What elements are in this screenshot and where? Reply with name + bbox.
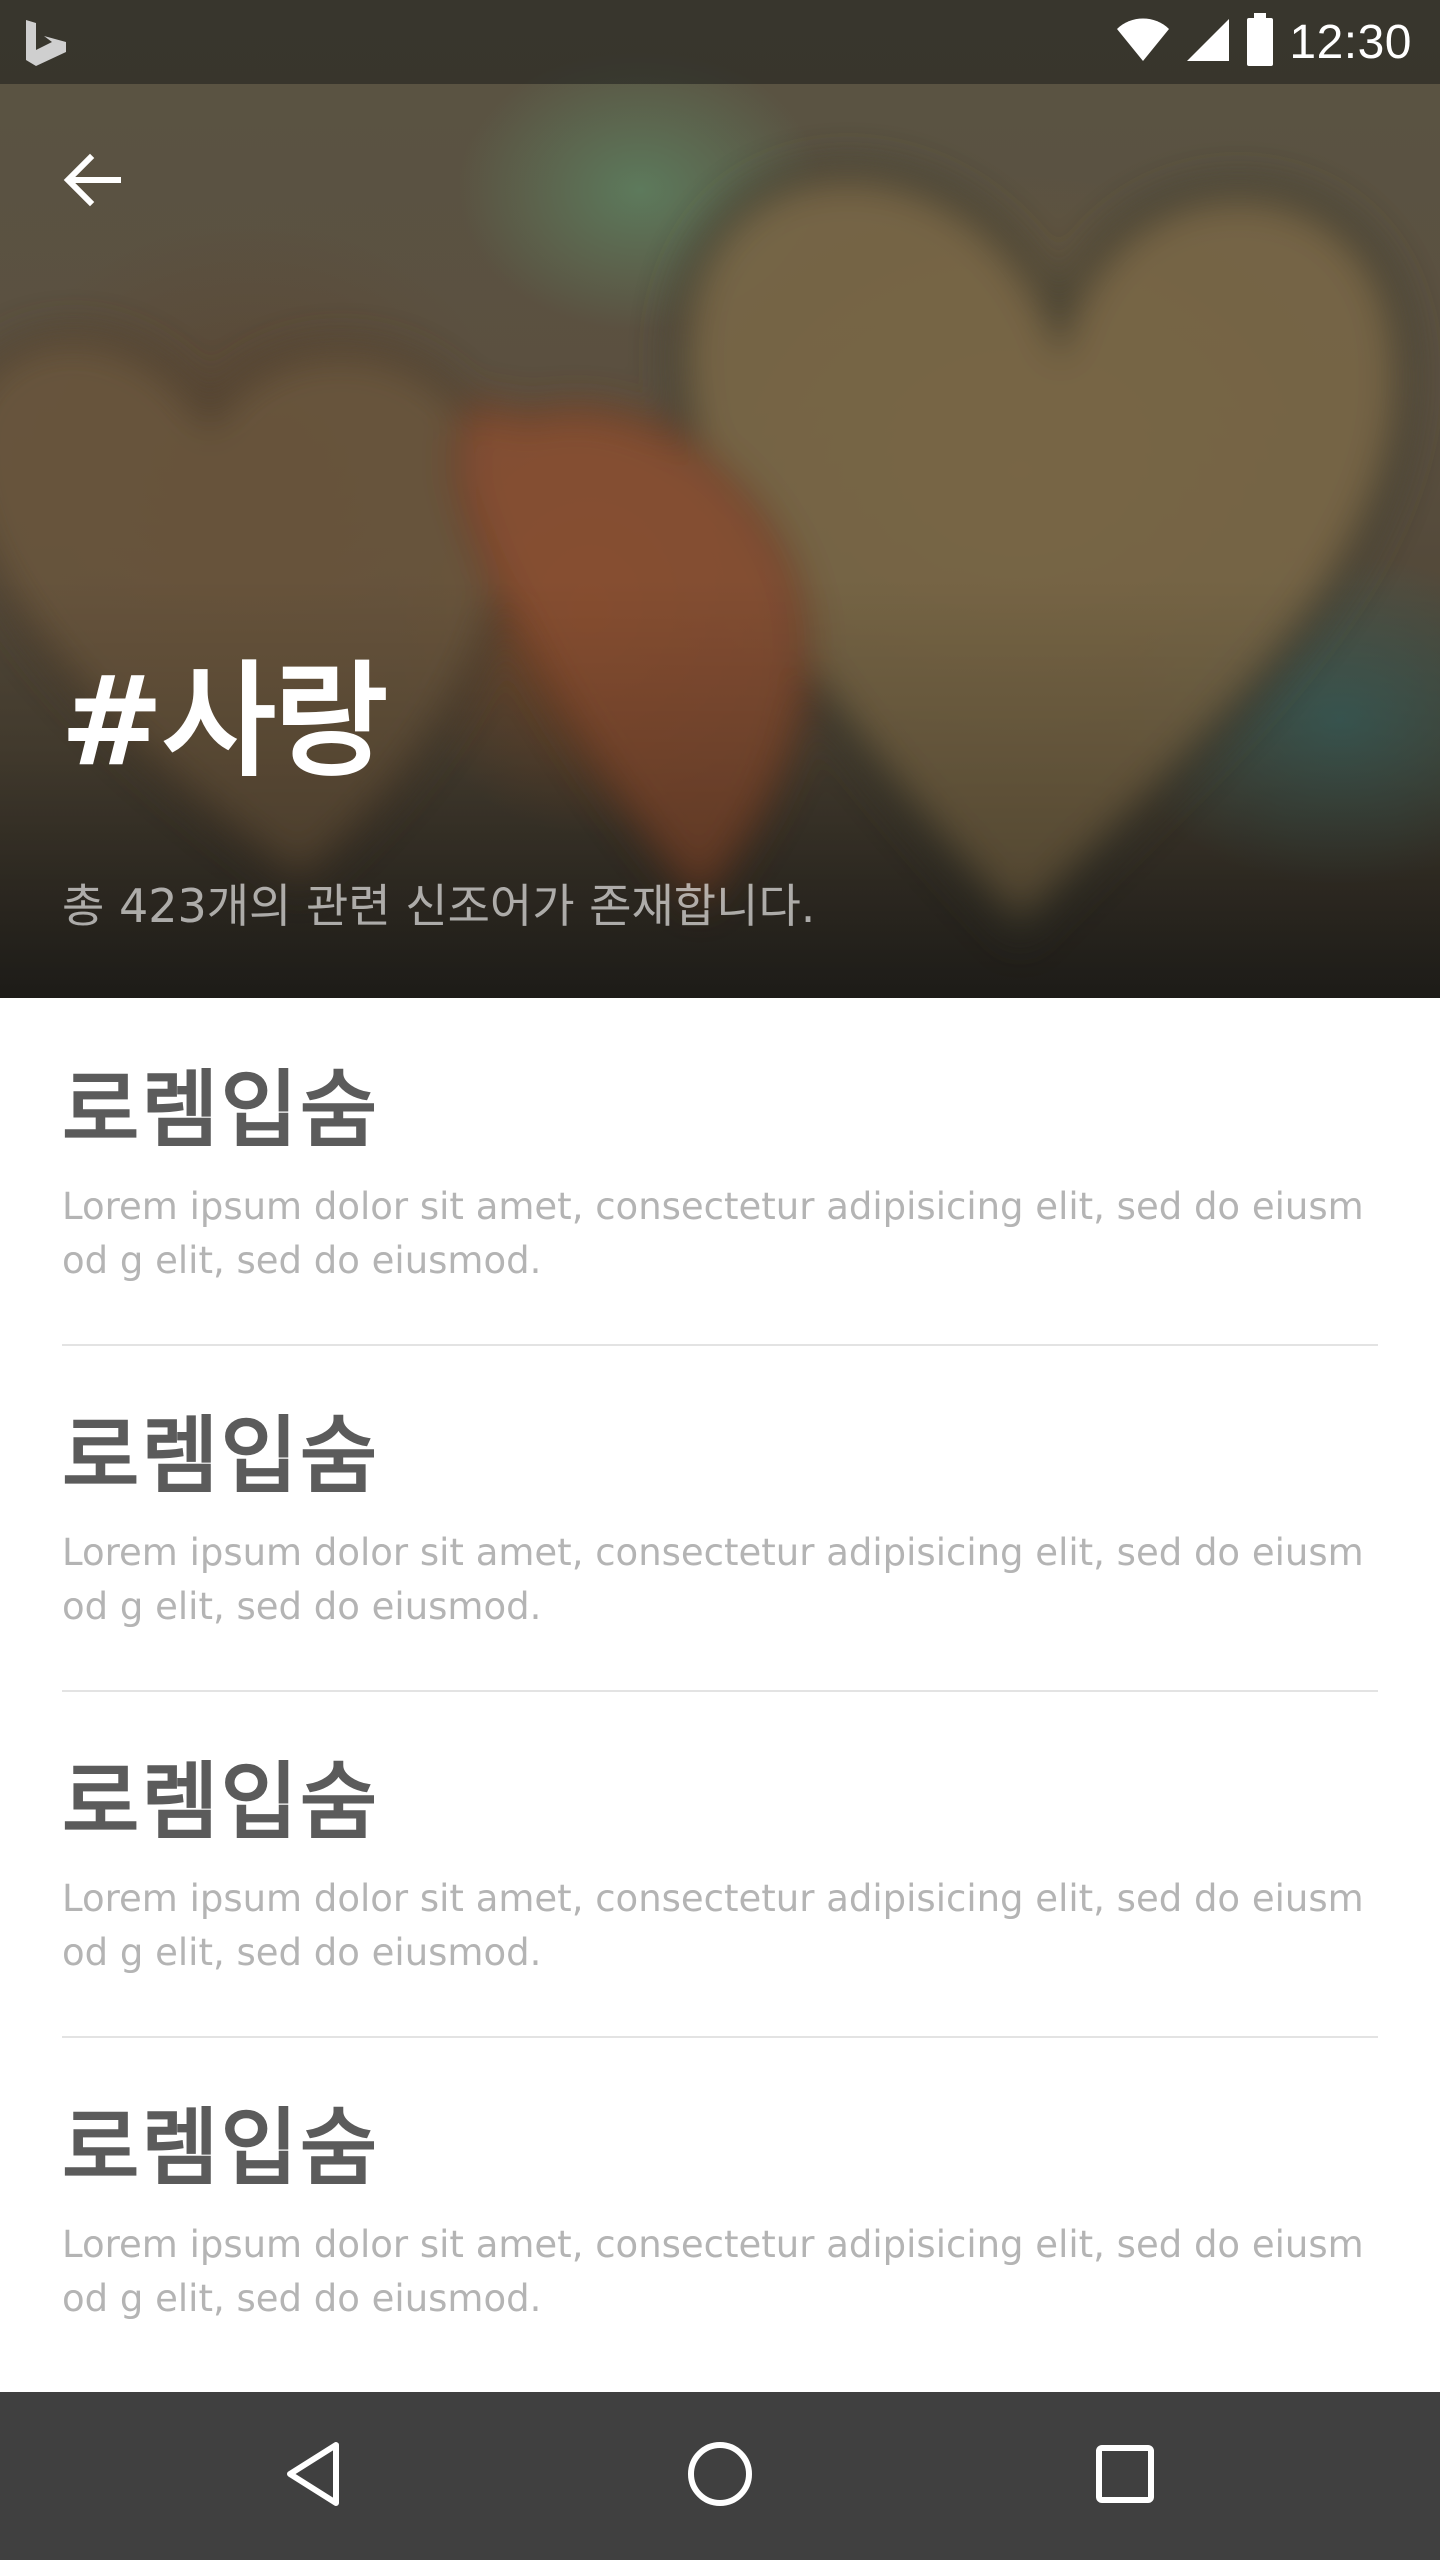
nav-back-icon — [280, 2439, 350, 2514]
list-item[interactable]: 로렘입숨 Lorem ipsum dolor sit amet, consect… — [0, 1344, 1440, 1690]
battery-icon — [1245, 12, 1275, 72]
hero-banner: 12:30 #사랑 총 423개의 관련 신조어가 존재합니다. — [0, 0, 1440, 998]
back-button[interactable] — [44, 134, 140, 230]
list-item-title: 로렘입숨 — [62, 1407, 380, 1505]
status-time: 12:30 — [1289, 15, 1412, 69]
nav-recents-icon — [1093, 2442, 1157, 2511]
list-item[interactable]: 로렘입숨 Lorem ipsum dolor sit amet, consect… — [0, 2036, 1440, 2382]
wifi-icon — [1115, 17, 1171, 68]
list-item-description: Lorem ipsum dolor sit amet, consectetur … — [62, 2223, 1364, 2320]
nav-home-icon — [685, 2439, 755, 2514]
list-item-description: Lorem ipsum dolor sit amet, consectetur … — [62, 1185, 1364, 1282]
arrow-left-icon — [60, 148, 124, 217]
list-item-description: Lorem ipsum dolor sit amet, consectetur … — [62, 1877, 1364, 1974]
list-item[interactable]: 로렘입숨 Lorem ipsum dolor sit amet, consect… — [0, 998, 1440, 1344]
signal-icon — [1185, 17, 1231, 68]
nav-home-button[interactable] — [660, 2416, 780, 2536]
status-bar: 12:30 — [0, 0, 1440, 84]
nav-back-button[interactable] — [255, 2416, 375, 2536]
status-icons: 12:30 — [1115, 0, 1412, 84]
list-item-title: 로렘입숨 — [62, 1061, 380, 1159]
page-subtitle: 총 423개의 관련 신조어가 존재합니다. — [62, 879, 816, 933]
word-list: 로렘입숨 Lorem ipsum dolor sit amet, consect… — [0, 998, 1440, 2382]
system-nav-bar — [0, 2392, 1440, 2560]
nav-recents-button[interactable] — [1065, 2416, 1185, 2536]
bing-logo-icon — [22, 18, 72, 68]
list-item[interactable]: 로렘입숨 Lorem ipsum dolor sit amet, consect… — [0, 1690, 1440, 2036]
list-item-description: Lorem ipsum dolor sit amet, consectetur … — [62, 1531, 1364, 1628]
page-title: #사랑 — [60, 650, 388, 794]
list-item-title: 로렘입숨 — [62, 2099, 380, 2197]
list-item-title: 로렘입숨 — [62, 1753, 380, 1851]
